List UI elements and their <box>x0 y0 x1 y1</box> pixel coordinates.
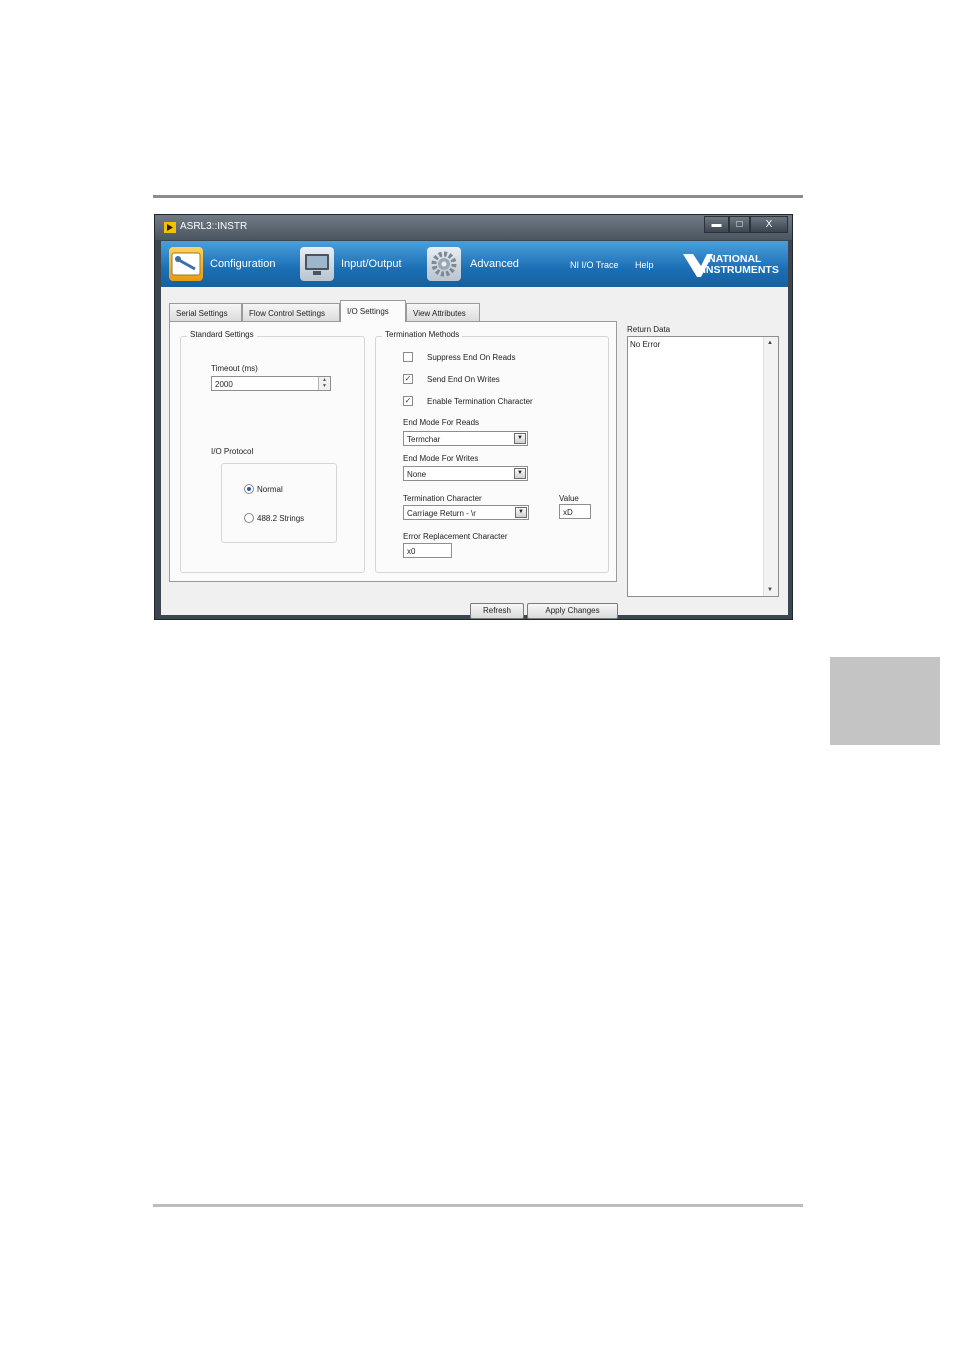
enable-termchar-label: Enable Termination Character <box>427 397 533 406</box>
chevron-down-icon[interactable]: ▼ <box>514 468 526 479</box>
nav-advanced[interactable]: Advanced <box>470 258 519 270</box>
return-data-scrollbar[interactable]: ▲ ▼ <box>763 337 778 596</box>
end-mode-writes-select[interactable]: None ▼ <box>403 466 528 481</box>
io-settings-panel: Standard Settings Timeout (ms) 2000 ▲ ▼ I… <box>169 321 617 582</box>
scroll-down-icon[interactable]: ▼ <box>767 587 773 593</box>
standard-settings-group: Standard Settings Timeout (ms) 2000 ▲ ▼ I… <box>180 330 365 573</box>
end-mode-writes-label: End Mode For Writes <box>403 454 479 463</box>
logo-line2: INSTRUMENTS <box>703 264 779 276</box>
app-window: ASRL3::INSTR ▬ □ X Configuration Input/O… <box>154 214 793 620</box>
chevron-down-icon[interactable]: ▼ <box>515 507 527 518</box>
app-icon <box>164 222 176 233</box>
termination-char-value: Carriage Return - \r <box>407 509 476 518</box>
io-protocol-group: Normal 488.2 Strings <box>221 463 337 543</box>
termination-methods-title: Termination Methods <box>382 330 463 339</box>
maximize-button[interactable]: □ <box>729 216 750 233</box>
minimize-button[interactable]: ▬ <box>704 216 729 233</box>
error-replacement-input[interactable]: x0 <box>403 543 452 558</box>
client-area: Configuration Input/Output Advanced NI I… <box>161 241 788 619</box>
radio-normal[interactable] <box>244 484 254 494</box>
end-mode-reads-value: Termchar <box>407 435 441 444</box>
refresh-button[interactable]: Refresh <box>470 603 524 619</box>
timeout-label: Timeout (ms) <box>211 364 258 373</box>
nav-help[interactable]: Help <box>635 260 654 270</box>
send-end-checkbox[interactable]: ✓ <box>403 374 413 384</box>
radio-normal-label: Normal <box>257 485 283 494</box>
value-label: Value <box>559 494 579 503</box>
gear-icon[interactable] <box>427 247 461 281</box>
end-mode-writes-value: None <box>407 470 427 479</box>
nav-configuration[interactable]: Configuration <box>210 258 275 270</box>
termination-char-select[interactable]: Carriage Return - \r ▼ <box>403 505 529 520</box>
value-input[interactable]: xD <box>559 504 591 519</box>
title-bar[interactable]: ASRL3::INSTR ▬ □ X <box>155 215 792 240</box>
nav-input-output[interactable]: Input/Output <box>341 258 402 270</box>
timeout-input[interactable]: 2000 ▲ ▼ <box>211 376 331 391</box>
configuration-icon[interactable] <box>169 247 203 281</box>
return-data-box[interactable]: No Error ▲ ▼ <box>627 336 779 597</box>
suppress-end-checkbox[interactable] <box>403 352 413 362</box>
monitor-icon[interactable] <box>300 247 334 281</box>
radio-488-strings[interactable] <box>244 513 254 523</box>
termination-methods-group: Termination Methods Suppress End On Read… <box>375 330 609 573</box>
timeout-spinner[interactable]: ▲ ▼ <box>318 377 330 390</box>
scroll-up-icon[interactable]: ▲ <box>767 340 773 346</box>
return-data-label: Return Data <box>627 325 671 334</box>
enable-termchar-checkbox[interactable]: ✓ <box>403 396 413 406</box>
timeout-value: 2000 <box>215 380 233 389</box>
io-protocol-label: I/O Protocol <box>211 447 254 456</box>
termination-char-label: Termination Character <box>403 494 482 503</box>
error-replacement-label: Error Replacement Character <box>403 532 508 541</box>
chevron-down-icon[interactable]: ▼ <box>514 433 526 444</box>
nav-bar: Configuration Input/Output Advanced NI I… <box>161 241 788 287</box>
standard-settings-title: Standard Settings <box>187 330 257 339</box>
end-mode-reads-label: End Mode For Reads <box>403 418 480 427</box>
suppress-end-label: Suppress End On Reads <box>427 353 516 362</box>
apply-changes-button[interactable]: Apply Changes <box>527 603 618 619</box>
radio-488-strings-label: 488.2 Strings <box>257 514 305 523</box>
top-rule <box>153 195 803 198</box>
page-side-tab <box>830 657 940 745</box>
send-end-label: Send End On Writes <box>427 375 500 384</box>
value-value: xD <box>563 508 573 517</box>
tab-io-settings[interactable]: I/O Settings <box>340 300 406 322</box>
nav-io-trace[interactable]: NI I/O Trace <box>570 260 619 270</box>
tab-flow-control-settings[interactable]: Flow Control Settings <box>242 303 340 321</box>
tab-view-attributes[interactable]: View Attributes <box>406 303 480 321</box>
error-replacement-value: x0 <box>407 547 416 556</box>
window-title: ASRL3::INSTR <box>180 221 248 232</box>
tab-serial-settings[interactable]: Serial Settings <box>169 303 242 321</box>
national-instruments-logo: NATIONAL INSTRUMENTS <box>683 253 779 277</box>
end-mode-reads-select[interactable]: Termchar ▼ <box>403 431 528 446</box>
close-button[interactable]: X <box>750 216 788 233</box>
bottom-rule <box>153 1204 803 1207</box>
return-data-value: No Error <box>630 340 661 349</box>
